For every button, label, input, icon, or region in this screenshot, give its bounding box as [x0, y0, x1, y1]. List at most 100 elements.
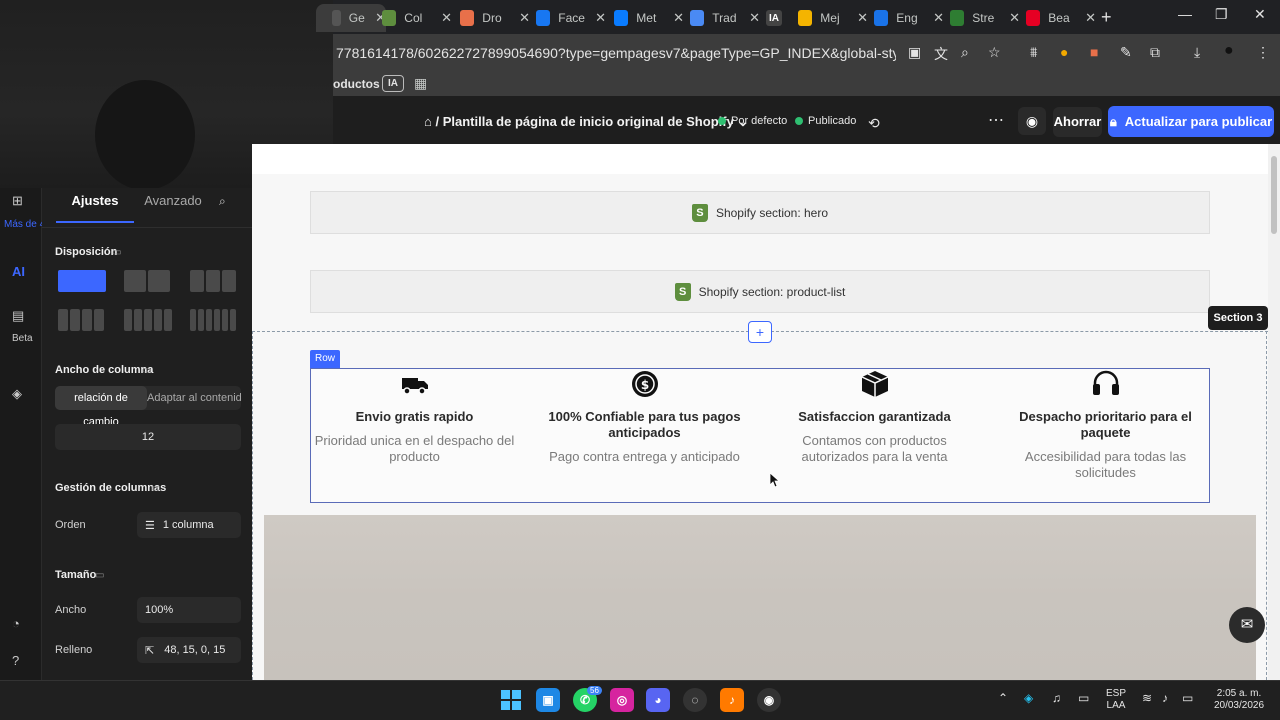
tab-title: Col	[404, 11, 423, 25]
tab-close-icon[interactable]: ✕	[1009, 10, 1020, 26]
tab-settings[interactable]: Ajustes	[56, 188, 134, 223]
row-tag[interactable]: Row	[310, 350, 340, 368]
tray-overflow-icon[interactable]: ⌃	[998, 692, 1008, 704]
ratio-option[interactable]: relación de cambio	[55, 386, 147, 428]
tab-close-icon[interactable]: ✕	[933, 10, 944, 26]
fl-studio-icon[interactable]: ♪	[720, 688, 744, 712]
discord-icon[interactable]: ◕	[646, 688, 670, 712]
add-section-button[interactable]: +	[748, 321, 772, 343]
width-label: Ancho	[55, 604, 87, 616]
volume-icon[interactable]: ♪	[1162, 692, 1168, 704]
browser-tab[interactable]: Face ✕	[536, 4, 606, 32]
extension-coin-icon[interactable]: ●	[1060, 44, 1068, 60]
sync-icon[interactable]: ⟲	[868, 115, 880, 132]
layout-option-4[interactable]	[58, 309, 104, 331]
wifi-icon[interactable]: ≋	[1142, 692, 1152, 704]
minimize-icon[interactable]: —	[1178, 6, 1192, 22]
battery-icon[interactable]: ▭	[1182, 692, 1193, 704]
tab-close-icon[interactable]: ✕	[749, 10, 760, 26]
publish-button[interactable]: 🔒︎ Actualizar para publicar	[1108, 106, 1274, 137]
more-options-button[interactable]: ⋯	[984, 110, 1008, 134]
section-3-tag[interactable]: Section 3	[1208, 306, 1268, 330]
layout-option-1[interactable]	[58, 270, 106, 292]
canvas-scrollbar-thumb[interactable]	[1271, 156, 1277, 234]
translate-icon[interactable]: 文	[934, 44, 948, 64]
padding-field[interactable]: ⇱ 48, 15, 0, 15	[137, 637, 241, 663]
bookmark-productos[interactable]: oductos	[333, 77, 380, 91]
layout-option-6[interactable]	[190, 309, 236, 331]
layers-icon[interactable]: ◈	[12, 386, 22, 402]
home-icon[interactable]: ⌂	[424, 114, 432, 129]
tab-advanced[interactable]: Avanzado	[140, 188, 206, 223]
instagram-icon[interactable]: ◎	[610, 688, 634, 712]
layout-option-2[interactable]	[124, 270, 170, 292]
browser-tab[interactable]: IA	[766, 4, 792, 32]
help-icon[interactable]: ?	[12, 653, 19, 668]
tab-close-icon[interactable]: ✕	[595, 10, 606, 26]
url-field[interactable]: 7781614178/602622727899054690?type=gempa…	[336, 45, 896, 61]
app-icon[interactable]: ◌	[683, 688, 707, 712]
layout-option-3[interactable]	[190, 270, 236, 292]
product-list-section[interactable]: S Shopify section: product-list	[310, 270, 1210, 313]
browser-tab[interactable]: Bea ✕	[1026, 4, 1096, 32]
browser-tab[interactable]: Dro ✕	[460, 4, 530, 32]
restore-icon[interactable]: ❐	[1215, 6, 1228, 23]
browser-tab[interactable]: Col ✕	[382, 4, 452, 32]
components-icon[interactable]: ⊞	[12, 193, 23, 209]
hero-section[interactable]: S Shopify section: hero	[310, 191, 1210, 234]
chrome-icon[interactable]: ◉	[757, 688, 781, 712]
publish-label: Actualizar para publicar	[1124, 114, 1273, 129]
order-select[interactable]: ☰ 1 columna	[137, 512, 241, 538]
speed-gauge-icon[interactable]: ◔	[12, 616, 20, 631]
image-block[interactable]	[264, 515, 1256, 680]
feature-item[interactable]: Despacho prioritario para el paquete Acc…	[993, 368, 1218, 481]
tray-display-icon[interactable]: ▭	[1078, 692, 1089, 704]
save-button[interactable]: Ahorrar	[1053, 107, 1102, 137]
extension-ds-icon[interactable]: ■	[1090, 44, 1098, 60]
browser-tab[interactable]: Met ✕	[614, 4, 684, 32]
store-icon[interactable]: ▣	[536, 688, 560, 712]
close-window-icon[interactable]: ✕	[1254, 6, 1266, 23]
new-tab-button[interactable]: +	[1101, 7, 1112, 28]
browser-tab[interactable]: Gen✕	[316, 4, 386, 32]
zoom-icon[interactable]: ⌕	[961, 44, 969, 61]
breadcrumb[interactable]: ⌂ / Plantilla de página de inicio origin…	[424, 114, 748, 130]
pages-icon[interactable]: ▤	[12, 308, 24, 324]
browser-tab[interactable]: Stre ✕	[950, 4, 1020, 32]
layout-option-5[interactable]	[124, 309, 172, 331]
chat-support-button[interactable]: ✉	[1229, 607, 1265, 643]
beta-label[interactable]: Beta	[12, 333, 33, 344]
feature-item[interactable]: Envio gratis rapido Prioridad unica en e…	[302, 368, 527, 465]
feature-item[interactable]: Satisfaccion garantizada Contamos con pr…	[762, 368, 987, 465]
tray-app-icon[interactable]: ◈	[1024, 692, 1033, 704]
tab-close-icon[interactable]: ✕	[519, 10, 530, 26]
fit-content-option[interactable]: Adaptar al contenido	[147, 386, 241, 410]
browser-tab[interactable]: Eng ✕	[874, 4, 944, 32]
extensions-puzzle-icon[interactable]: ⧉	[1150, 44, 1160, 61]
width-field[interactable]: 100%	[137, 597, 241, 623]
extension-chart-icon[interactable]: ⩩	[1030, 44, 1037, 61]
feature-item[interactable]: $ 100% Confiable para tus pagos anticipa…	[532, 368, 757, 465]
preview-eye-icon[interactable]: ◉	[1018, 107, 1046, 135]
search-icon[interactable]: ⌕	[219, 194, 226, 209]
tab-close-icon[interactable]: ✕	[1085, 10, 1096, 26]
language-indicator[interactable]: ESP LAA	[1106, 688, 1126, 712]
bookmark-ia[interactable]: IA	[382, 75, 404, 92]
eyedropper-icon[interactable]: ✎	[1120, 44, 1132, 61]
microphone-icon[interactable]: ♫	[1052, 692, 1061, 704]
tab-close-icon[interactable]: ✕	[857, 10, 868, 26]
windows-start-icon[interactable]	[499, 688, 523, 712]
tab-close-icon[interactable]: ✕	[441, 10, 452, 26]
clipboard-icon[interactable]: ▣	[908, 44, 921, 61]
ai-icon[interactable]: AI	[12, 264, 25, 279]
apps-grid-icon[interactable]: ▦	[414, 75, 427, 92]
columns-count-field[interactable]: 12	[55, 424, 241, 450]
browser-tab[interactable]: Trad ✕	[690, 4, 760, 32]
tab-close-icon[interactable]: ✕	[673, 10, 684, 26]
profile-avatar[interactable]: ●	[1224, 42, 1234, 60]
bookmark-star-icon[interactable]: ☆	[988, 44, 1001, 61]
clock[interactable]: 2:05 a. m. 20/03/2026	[1208, 688, 1270, 712]
browser-tab[interactable]: Mej ✕	[798, 4, 868, 32]
download-icon[interactable]: ⤓	[1194, 44, 1200, 61]
browser-menu-icon[interactable]: ⋮	[1256, 44, 1270, 61]
